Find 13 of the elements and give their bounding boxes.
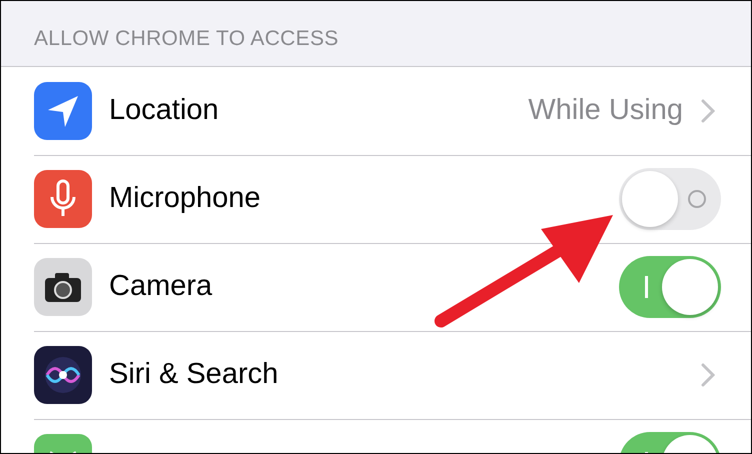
row-label[interactable]: Location [109,89,528,133]
chevron-icon [701,363,715,387]
section-header: ALLOW CHROME TO ACCESS [34,26,339,52]
row-label[interactable]: Microphone [109,177,619,221]
siri-icon [34,346,92,404]
row-label[interactable]: Camera [109,265,619,309]
camera-icon [34,258,92,316]
on-mark-icon [645,276,648,298]
chevron-icon [701,99,715,123]
microphone-icon [34,170,92,228]
row-value: While Using [528,93,683,128]
row-label[interactable]: Siri & Search [109,353,701,397]
off-mark-icon [687,189,707,209]
